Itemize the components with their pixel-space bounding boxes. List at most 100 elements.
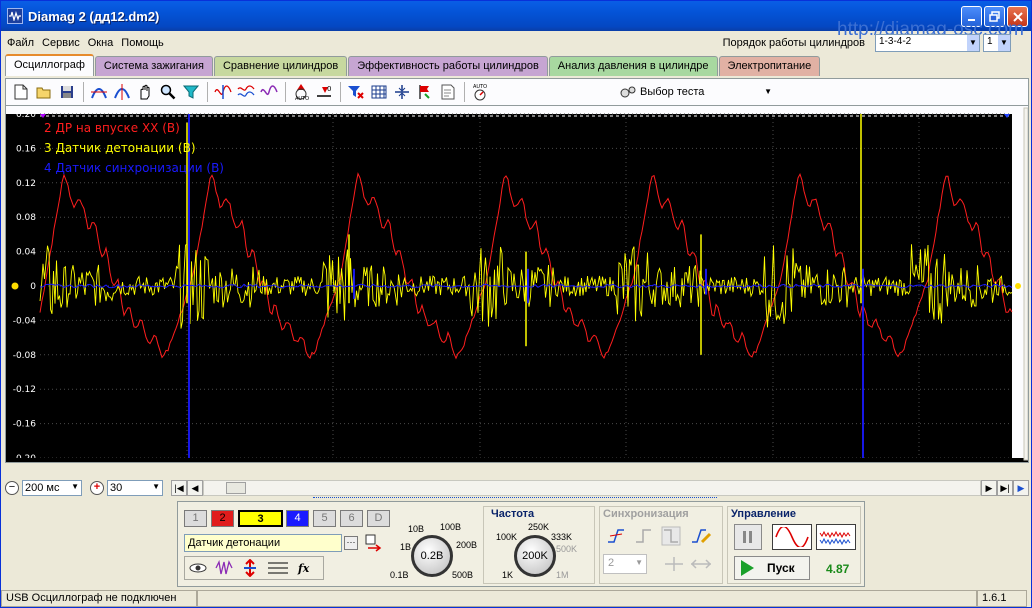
- version-label: 1.6.1: [977, 590, 1027, 607]
- tab-cylinder-compare[interactable]: Сравнение цилиндров: [213, 56, 348, 76]
- scroll-last-button[interactable]: ▶|: [997, 480, 1013, 496]
- legend-item: 4 Датчик синхронизации (В): [44, 161, 224, 175]
- scroll-thumb[interactable]: [226, 482, 246, 494]
- y-tick-label: 0.08: [16, 213, 36, 223]
- sync-level-icon[interactable]: [664, 556, 684, 572]
- channel-3-button[interactable]: 3: [238, 510, 283, 527]
- channel-options-button[interactable]: ···: [344, 536, 358, 550]
- notes-button[interactable]: [437, 81, 459, 103]
- menu-service[interactable]: Сервис: [38, 37, 84, 49]
- tab-oscilloscope[interactable]: Осциллограф: [5, 54, 94, 76]
- menu-help[interactable]: Помощь: [117, 37, 168, 49]
- marker-button[interactable]: [414, 81, 436, 103]
- oscilloscope-chart[interactable]: 0.20 0.16 0.12 0.08 0.04 0 -0.04 -0.08 -0.12 -0.1…: [6, 106, 1028, 462]
- auto-capture-button[interactable]: AUTO: [469, 81, 491, 103]
- filter-button[interactable]: [180, 81, 202, 103]
- timebase-select[interactable]: 200 мс ▼: [22, 480, 82, 496]
- trigger-filter-button[interactable]: [345, 81, 367, 103]
- tab-cylinder-efficiency[interactable]: Эффективность работы цилиндров: [348, 56, 548, 76]
- function-icon[interactable]: fx: [297, 560, 311, 576]
- channel-d-button[interactable]: D: [367, 510, 390, 527]
- grid-button[interactable]: [368, 81, 390, 103]
- open-file-button[interactable]: [33, 81, 55, 103]
- start-button-label: Пуск: [767, 561, 795, 575]
- cursor-tool-button[interactable]: [88, 81, 110, 103]
- lines-icon[interactable]: [267, 560, 289, 576]
- waveform-icon[interactable]: [215, 560, 233, 576]
- channel-name-field[interactable]: Датчик детонации: [184, 534, 342, 552]
- chevron-down-icon: ▼: [998, 35, 1010, 51]
- zoom-out-button[interactable]: −: [5, 481, 19, 495]
- tab-strip: Осциллограф Система зажигания Сравнение …: [5, 54, 821, 77]
- vertical-scrollbar: [1023, 107, 1028, 461]
- invert-signal-button[interactable]: [212, 81, 234, 103]
- rising-edge-icon[interactable]: [606, 526, 626, 546]
- channel-6-button[interactable]: 6: [340, 510, 363, 527]
- menu-file[interactable]: Файл: [3, 37, 38, 49]
- frequency-knob[interactable]: 200K: [514, 535, 556, 577]
- center-line-button[interactable]: [391, 81, 413, 103]
- signal-shift-icon: [260, 85, 278, 95]
- toolbar-separator: [340, 82, 341, 102]
- start-button[interactable]: Пуск: [734, 556, 810, 580]
- range-label-200v: 200В: [456, 540, 478, 550]
- vertical-cursors-icon: [114, 84, 130, 100]
- voltage-range-knob[interactable]: 0.2В: [411, 535, 453, 577]
- channel-1-button[interactable]: 1: [184, 510, 207, 527]
- falling-trigger-icon[interactable]: [661, 526, 681, 546]
- eye-icon[interactable]: [189, 560, 207, 576]
- menu-windows[interactable]: Окна: [84, 37, 118, 49]
- oscilloscope-panel: 0.20 0.16 0.12 0.08 0.04 0 -0.04 -0.08 -0.12 -0.1…: [5, 105, 1029, 463]
- pan-tool-button[interactable]: [134, 81, 156, 103]
- single-capture-button[interactable]: [772, 524, 812, 550]
- y-tick-label: 0.04: [16, 248, 36, 258]
- horizontal-scrollbar[interactable]: [203, 480, 981, 496]
- scroll-right-button[interactable]: ▶: [981, 480, 997, 496]
- auto-scale-button[interactable]: AUTO: [290, 81, 312, 103]
- flag-icon: [419, 85, 430, 99]
- overlay-signal-button[interactable]: [235, 81, 257, 103]
- zero-level-button[interactable]: 0: [313, 81, 335, 103]
- shift-signal-button[interactable]: [258, 81, 280, 103]
- horizontal-cursors-icon: [91, 88, 107, 99]
- zero-level-marker-right: [1015, 283, 1021, 289]
- channel-settings-icon[interactable]: [364, 534, 382, 554]
- sync-shift-icon[interactable]: [690, 556, 712, 572]
- tab-power-supply[interactable]: Электропитание: [718, 56, 821, 76]
- vertical-cursor-button[interactable]: [111, 81, 133, 103]
- pause-button[interactable]: [734, 524, 762, 550]
- vertical-arrows-icon[interactable]: [241, 559, 259, 577]
- scroll-left-button[interactable]: ◀: [187, 480, 203, 496]
- zoom-in-button[interactable]: +: [90, 481, 104, 495]
- cylinder-order-select[interactable]: 1-3-4-2 ▼: [875, 34, 980, 52]
- cylinder-order-label: Порядок работы цилиндров: [722, 37, 865, 49]
- play-button[interactable]: ▶: [1013, 480, 1029, 496]
- noise-wave-icon: [819, 530, 851, 546]
- save-button[interactable]: [56, 81, 78, 103]
- tab-pressure-analysis[interactable]: Анализ давления в цилиндре: [548, 56, 718, 76]
- channel-4-button[interactable]: 4: [286, 510, 309, 527]
- rising-trigger-icon[interactable]: [634, 526, 654, 546]
- sync-channel-select[interactable]: 2 ▼: [603, 554, 647, 574]
- control-title: Управление: [731, 508, 797, 520]
- trigger-funnel-icon: [348, 86, 364, 99]
- legend-item: 2 ДР на впуске ХХ (В): [44, 121, 180, 135]
- freq-label-100k: 100K: [496, 532, 518, 542]
- hand-icon: [140, 84, 150, 100]
- tab-ignition[interactable]: Система зажигания: [94, 56, 213, 76]
- chevron-down-icon: ▼: [71, 482, 79, 491]
- connection-status: USB Осциллограф не подключен: [1, 590, 197, 607]
- continuous-capture-button[interactable]: [816, 524, 856, 550]
- auto-scale-icon: AUTO: [295, 84, 309, 101]
- cylinder-start-select[interactable]: 1 ▼: [983, 34, 1011, 52]
- channel-5-button[interactable]: 5: [313, 510, 336, 527]
- test-select-dropdown[interactable]: Выбор теста ▼: [619, 81, 775, 102]
- svg-text:AUTO: AUTO: [473, 84, 487, 90]
- new-file-button[interactable]: [10, 81, 32, 103]
- scroll-first-button[interactable]: |◀: [171, 480, 187, 496]
- zoom-tool-button[interactable]: [157, 81, 179, 103]
- zoom-select[interactable]: 30 ▼: [107, 480, 163, 496]
- channel-2-button[interactable]: 2: [211, 510, 234, 527]
- trigger-edit-icon[interactable]: [690, 526, 712, 546]
- app-window: Diamag 2 (дд12.dm2) http://diamag-osc.co…: [0, 0, 1032, 608]
